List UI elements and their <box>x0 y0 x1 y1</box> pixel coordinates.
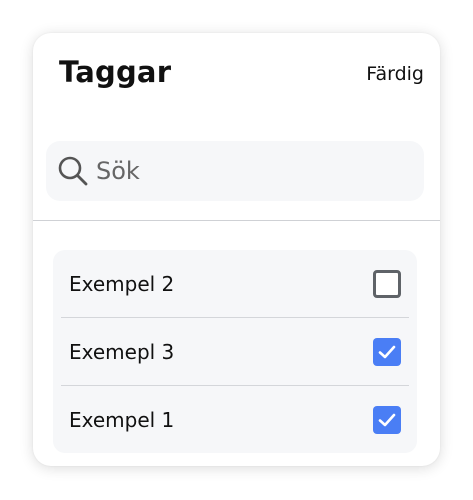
divider <box>33 220 440 221</box>
list-item-exempel-2[interactable]: Exempel 2 <box>61 250 409 317</box>
page-title: Taggar <box>59 55 172 89</box>
search-input[interactable] <box>94 156 398 186</box>
search-icon <box>58 156 88 186</box>
list-item-exemepl-3[interactable]: Exemepl 3 <box>61 317 409 385</box>
checkbox-checked[interactable] <box>373 337 401 366</box>
checkmark-icon <box>378 345 396 358</box>
list-item-label: Exemepl 3 <box>69 339 175 364</box>
checkmark-icon <box>378 413 396 426</box>
tag-list: Exempel 2 Exemepl 3 Exempel 1 <box>53 250 417 453</box>
checkbox-unchecked[interactable] <box>373 269 401 298</box>
search-bar[interactable] <box>46 141 424 201</box>
tags-panel: Taggar Färdig Exempel 2 Exemepl 3 Exempe… <box>33 33 440 466</box>
list-item-exempel-1[interactable]: Exempel 1 <box>61 385 409 453</box>
done-button[interactable]: Färdig <box>366 63 424 85</box>
list-item-label: Exempel 1 <box>69 407 175 432</box>
checkbox-checked[interactable] <box>373 405 401 434</box>
list-item-label: Exempel 2 <box>69 271 175 296</box>
